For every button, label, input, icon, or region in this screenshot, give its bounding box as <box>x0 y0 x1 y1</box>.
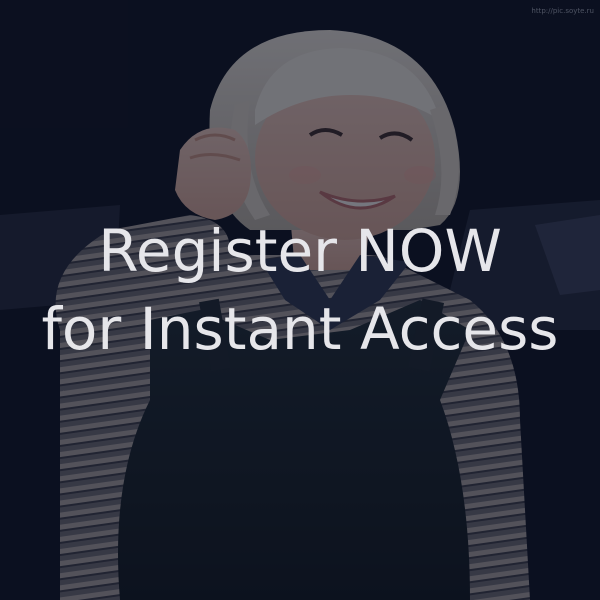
page-stage: http://pic.soyte.ru Register NOW for Ins… <box>0 0 600 600</box>
watermark-text: http://pic.soyte.ru <box>531 7 594 15</box>
register-now-link[interactable]: Register NOW for Instant Access <box>0 212 600 368</box>
cta-line-register: Register NOW <box>98 217 502 285</box>
cta-line-instant-access: for Instant Access <box>41 295 559 363</box>
